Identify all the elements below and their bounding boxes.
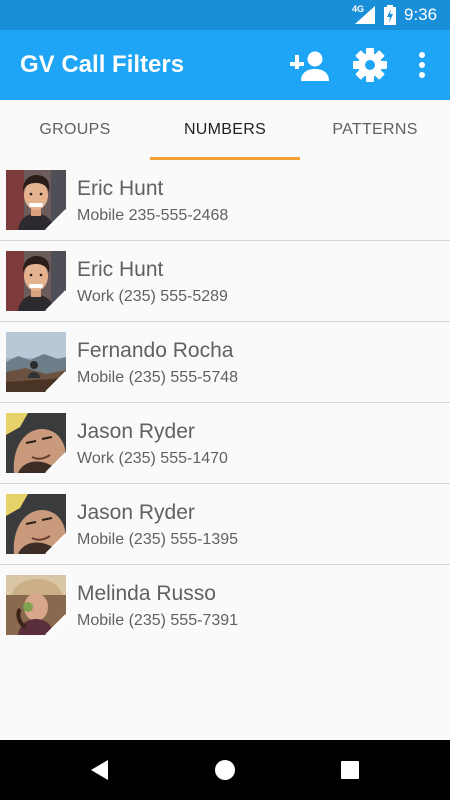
- number-type: Mobile: [77, 531, 125, 548]
- contact-detail: Mobile 235-555-2468: [77, 207, 228, 225]
- contact-row[interactable]: Melinda Russo Mobile (235) 555-7391: [0, 565, 450, 645]
- contact-name: Melinda Russo: [77, 582, 216, 605]
- phone-number: (235) 555-1470: [118, 450, 228, 467]
- tab-numbers[interactable]: NUMBERS: [150, 100, 300, 160]
- contact-row[interactable]: Eric Hunt Work (235) 555-5289: [0, 241, 450, 322]
- app-bar: GV Call Filters: [0, 30, 450, 100]
- phone-number: (235) 555-5289: [118, 288, 228, 305]
- system-nav-bar: [0, 740, 450, 800]
- avatar-eric-hunt: [6, 170, 66, 230]
- contact-name: Eric Hunt: [77, 177, 164, 200]
- contact-name: Jason Ryder: [77, 420, 195, 443]
- number-type: Work: [77, 288, 115, 305]
- contact-detail: Work (235) 555-5289: [77, 288, 228, 306]
- avatar-eric-hunt: [6, 251, 66, 311]
- back-icon[interactable]: [90, 760, 110, 780]
- avatar-jason-ryder: [6, 494, 66, 554]
- home-icon[interactable]: [215, 760, 235, 780]
- clock: 9:36: [404, 5, 438, 24]
- number-type: Work: [77, 450, 115, 467]
- number-type: Mobile: [77, 369, 125, 386]
- contact-detail: Mobile (235) 555-1395: [77, 531, 238, 549]
- contact-detail: Mobile (235) 555-5748: [77, 369, 238, 387]
- contact-row[interactable]: Eric Hunt Mobile 235-555-2468: [0, 160, 450, 241]
- number-type: Mobile: [77, 207, 125, 224]
- add-person-icon[interactable]: [290, 50, 330, 82]
- contact-name: Fernando Rocha: [77, 339, 234, 362]
- settings-icon[interactable]: [352, 47, 388, 83]
- phone-number: (235) 555-7391: [128, 612, 239, 629]
- avatar-melinda-russo: [6, 575, 66, 635]
- signal-icon: [355, 6, 375, 24]
- number-type: Mobile: [77, 612, 125, 629]
- status-bar: 4G 9:36: [0, 0, 450, 30]
- contact-detail: Work (235) 555-1470: [77, 450, 228, 468]
- recents-icon[interactable]: [340, 760, 360, 780]
- app-title: GV Call Filters: [20, 51, 185, 78]
- contact-row[interactable]: Jason Ryder Work (235) 555-1470: [0, 403, 450, 484]
- contact-row[interactable]: Jason Ryder Mobile (235) 555-1395: [0, 484, 450, 565]
- contact-detail: Mobile (235) 555-7391: [77, 612, 238, 630]
- tab-bar: GROUPS NUMBERS PATTERNS: [0, 100, 450, 160]
- contact-list: Eric Hunt Mobile 235-555-2468 Eric Hunt …: [0, 160, 450, 645]
- battery-charging-icon: [384, 5, 396, 25]
- more-vert-icon[interactable]: [412, 50, 432, 80]
- tab-groups[interactable]: GROUPS: [0, 100, 150, 160]
- phone-number: 235-555-2468: [128, 207, 229, 224]
- contact-name: Jason Ryder: [77, 501, 195, 524]
- contact-row[interactable]: Fernando Rocha Mobile (235) 555-5748: [0, 322, 450, 403]
- phone-number: (235) 555-1395: [128, 531, 239, 548]
- tab-patterns[interactable]: PATTERNS: [300, 100, 450, 160]
- contact-name: Eric Hunt: [77, 258, 164, 281]
- avatar-fernando-rocha: [6, 332, 66, 392]
- phone-number: (235) 555-5748: [128, 369, 239, 386]
- avatar-jason-ryder: [6, 413, 66, 473]
